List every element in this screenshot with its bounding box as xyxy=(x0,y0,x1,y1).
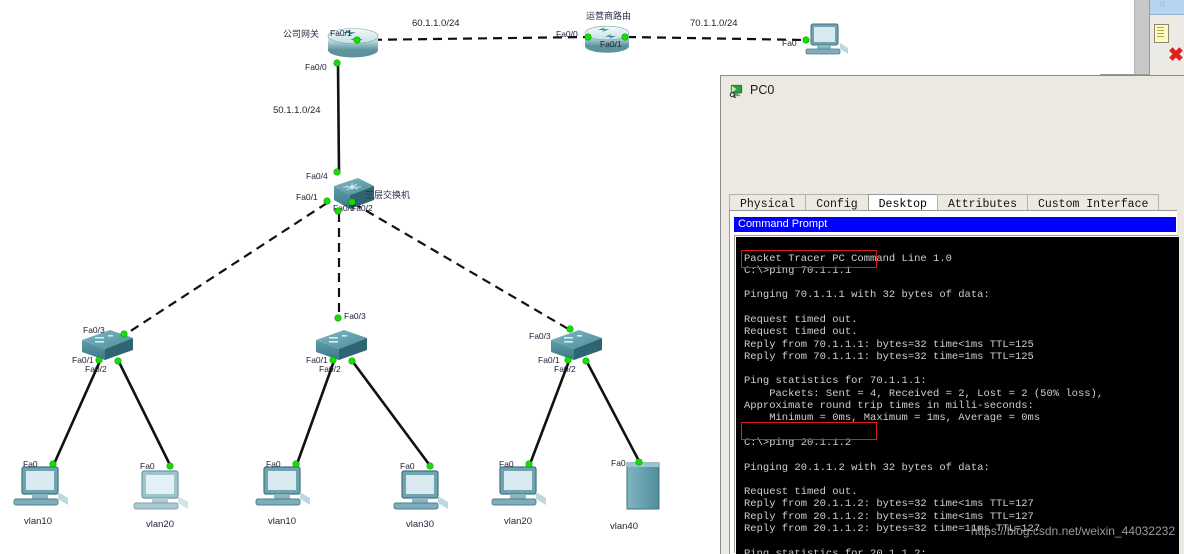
device-icon-pc-vlan20-b xyxy=(491,466,546,506)
link-status-dot xyxy=(50,461,56,467)
device-icon-internet-pc xyxy=(805,23,848,55)
link-sw2-pc-vlan10b xyxy=(295,360,336,465)
device-icon-pc-vlan10-a xyxy=(13,466,68,506)
device-icon-pc-vlan10-b xyxy=(255,466,310,506)
port-label-gateway-fa00: Fa0/0 xyxy=(305,62,327,72)
link-status-dot xyxy=(115,358,121,364)
device-label-gateway-router: 公司网关 xyxy=(283,29,320,39)
panel-header-bar: ⁞⁞ xyxy=(1150,0,1184,15)
pc0-tab-bar[interactable]: Physical Config Desktop Attributes Custo… xyxy=(729,192,1177,211)
port-label-sw3-fa02: Fa0/2 xyxy=(554,364,576,374)
link-status-dot xyxy=(330,357,336,363)
link-gateway-isp xyxy=(357,35,589,42)
terminal-output-text: Packet Tracer PC Command Line 1.0 C:\>pi… xyxy=(744,252,1104,554)
right-side-panel-strip: ⁞⁞ ✖ xyxy=(1100,0,1184,80)
network-label-60: 60.1.1.0/24 xyxy=(412,18,460,29)
tab-custom-interface[interactable]: Custom Interface xyxy=(1026,194,1160,211)
link-status-dot xyxy=(565,357,571,363)
link-status-dot xyxy=(585,34,591,40)
tab-physical[interactable]: Physical xyxy=(729,194,807,211)
link-sw1-pc-vlan10a xyxy=(52,360,102,465)
link-status-dot xyxy=(803,37,809,43)
link-sw3-dhcp-server xyxy=(585,361,642,464)
link-status-dot xyxy=(167,463,173,469)
tab-config[interactable]: Config xyxy=(805,194,869,211)
device-icon-pc-vlan30 xyxy=(393,470,448,510)
device-label-core-switch: 三层交换机 xyxy=(365,190,411,200)
port-label-dhcp-fa0: Fa0 xyxy=(611,458,626,468)
port-label-sw2-fa02: Fa0/2 xyxy=(319,364,341,374)
network-label-50: 50.1.1.0/24 xyxy=(273,105,321,116)
watermark-text: https://blog.csdn.net/weixin_44032232 xyxy=(970,524,1175,538)
port-label-isp-fa00: Fa0/0 xyxy=(556,29,578,39)
link-isp-internetpc xyxy=(626,35,807,42)
port-label-core-fa04: Fa0/4 xyxy=(306,171,328,181)
device-tool-panel[interactable]: ⁞⁞ ✖ xyxy=(1149,0,1184,80)
note-tool-icon[interactable] xyxy=(1154,24,1169,43)
link-status-dot xyxy=(96,357,102,363)
pc0-window-title: PC0 xyxy=(750,83,775,97)
link-coreswitch-accessswitch1 xyxy=(125,202,328,335)
command-prompt-terminal[interactable]: Packet Tracer PC Command Line 1.0 C:\>pi… xyxy=(736,237,1179,554)
pc0-device-window[interactable]: PC0 Physical Config Desktop Attributes C… xyxy=(720,75,1184,554)
link-status-dot xyxy=(334,60,340,66)
command-prompt-frame: Packet Tracer PC Command Line 1.0 C:\>pi… xyxy=(734,235,1179,554)
screenshot-root: 60.1.1.0/24 70.1.1.0/24 50.1.1.0/24 公司网关… xyxy=(0,0,1184,554)
vlan-label-4: vlan30 xyxy=(406,519,434,530)
link-status-dot xyxy=(622,34,628,40)
port-label-sw2-fa03: Fa0/3 xyxy=(344,311,366,321)
port-label-pc-vlan30-fa0: Fa0 xyxy=(400,461,415,471)
link-status-dot xyxy=(636,459,642,465)
port-label-pc-vlan20a-fa0: Fa0 xyxy=(140,461,155,471)
panel-header-marks-icon: ⁞⁞ xyxy=(1160,2,1166,9)
device-label-isp-router: 运营商路由 xyxy=(586,11,632,21)
link-status-dot xyxy=(349,358,355,364)
port-label-sw3-fa03: Fa0/3 xyxy=(529,331,551,341)
port-label-core-fa01: Fa0/1 xyxy=(296,192,318,202)
link-status-dot xyxy=(293,461,299,467)
link-sw3-pc-vlan20b xyxy=(528,360,571,465)
tab-desktop[interactable]: Desktop xyxy=(867,194,938,211)
vlan-label-1: vlan10 xyxy=(24,516,52,527)
port-label-internetpc-fa0: Fa0 xyxy=(782,38,797,48)
port-label-pc-vlan10a-fa0: Fa0 xyxy=(23,459,38,469)
link-status-dot xyxy=(526,461,532,467)
vlan-label-5: vlan20 xyxy=(504,516,532,527)
port-label-pc-vlan10b-fa0: Fa0 xyxy=(266,459,281,469)
vlan-label-6: vlan40 xyxy=(610,521,638,532)
link-gateway-coreswitch xyxy=(336,63,341,174)
link-status-dot xyxy=(121,331,127,337)
delete-x-icon[interactable]: ✖ xyxy=(1168,46,1184,65)
link-status-dot xyxy=(334,169,340,175)
link-status-dot xyxy=(335,208,341,214)
link-sw2-pc-vlan30 xyxy=(351,361,433,468)
link-status-dot xyxy=(354,37,360,43)
link-status-dot xyxy=(335,315,341,321)
port-label-pc-vlan20b-fa0: Fa0 xyxy=(499,459,514,469)
vertical-scrollbar-track[interactable] xyxy=(1134,0,1184,75)
pc0-window-titlebar[interactable]: PC0 xyxy=(721,76,1184,104)
tab-attributes[interactable]: Attributes xyxy=(936,194,1028,211)
link-status-dot xyxy=(567,326,573,332)
port-label-sw1-fa03: Fa0/3 xyxy=(83,325,105,335)
device-icon-dhcp-server xyxy=(626,462,660,510)
link-status-dot xyxy=(427,463,433,469)
link-coreswitch-accessswitch3 xyxy=(352,202,571,331)
link-status-dot xyxy=(583,358,589,364)
port-label-sw1-fa02: Fa0/2 xyxy=(85,364,107,374)
device-icon-pc-vlan20-a xyxy=(133,470,188,510)
link-status-dot xyxy=(324,198,330,204)
port-label-gateway-fa01: Fa0/1 xyxy=(330,28,352,38)
link-status-dot xyxy=(349,199,355,205)
command-prompt-title-bar: Command Prompt xyxy=(734,217,1176,232)
port-label-core-fa02: Fa0/2 xyxy=(351,203,373,213)
vlan-label-3: vlan10 xyxy=(268,516,296,527)
network-label-70: 70.1.1.0/24 xyxy=(690,18,738,29)
packet-tracer-pc-icon xyxy=(729,84,743,98)
vlan-label-2: vlan20 xyxy=(146,519,174,530)
port-label-isp-fa01: Fa0/1 xyxy=(600,39,622,49)
link-sw1-pc-vlan20a xyxy=(117,361,173,468)
desktop-tab-content: Command Prompt Packet Tracer PC Command … xyxy=(729,211,1179,554)
